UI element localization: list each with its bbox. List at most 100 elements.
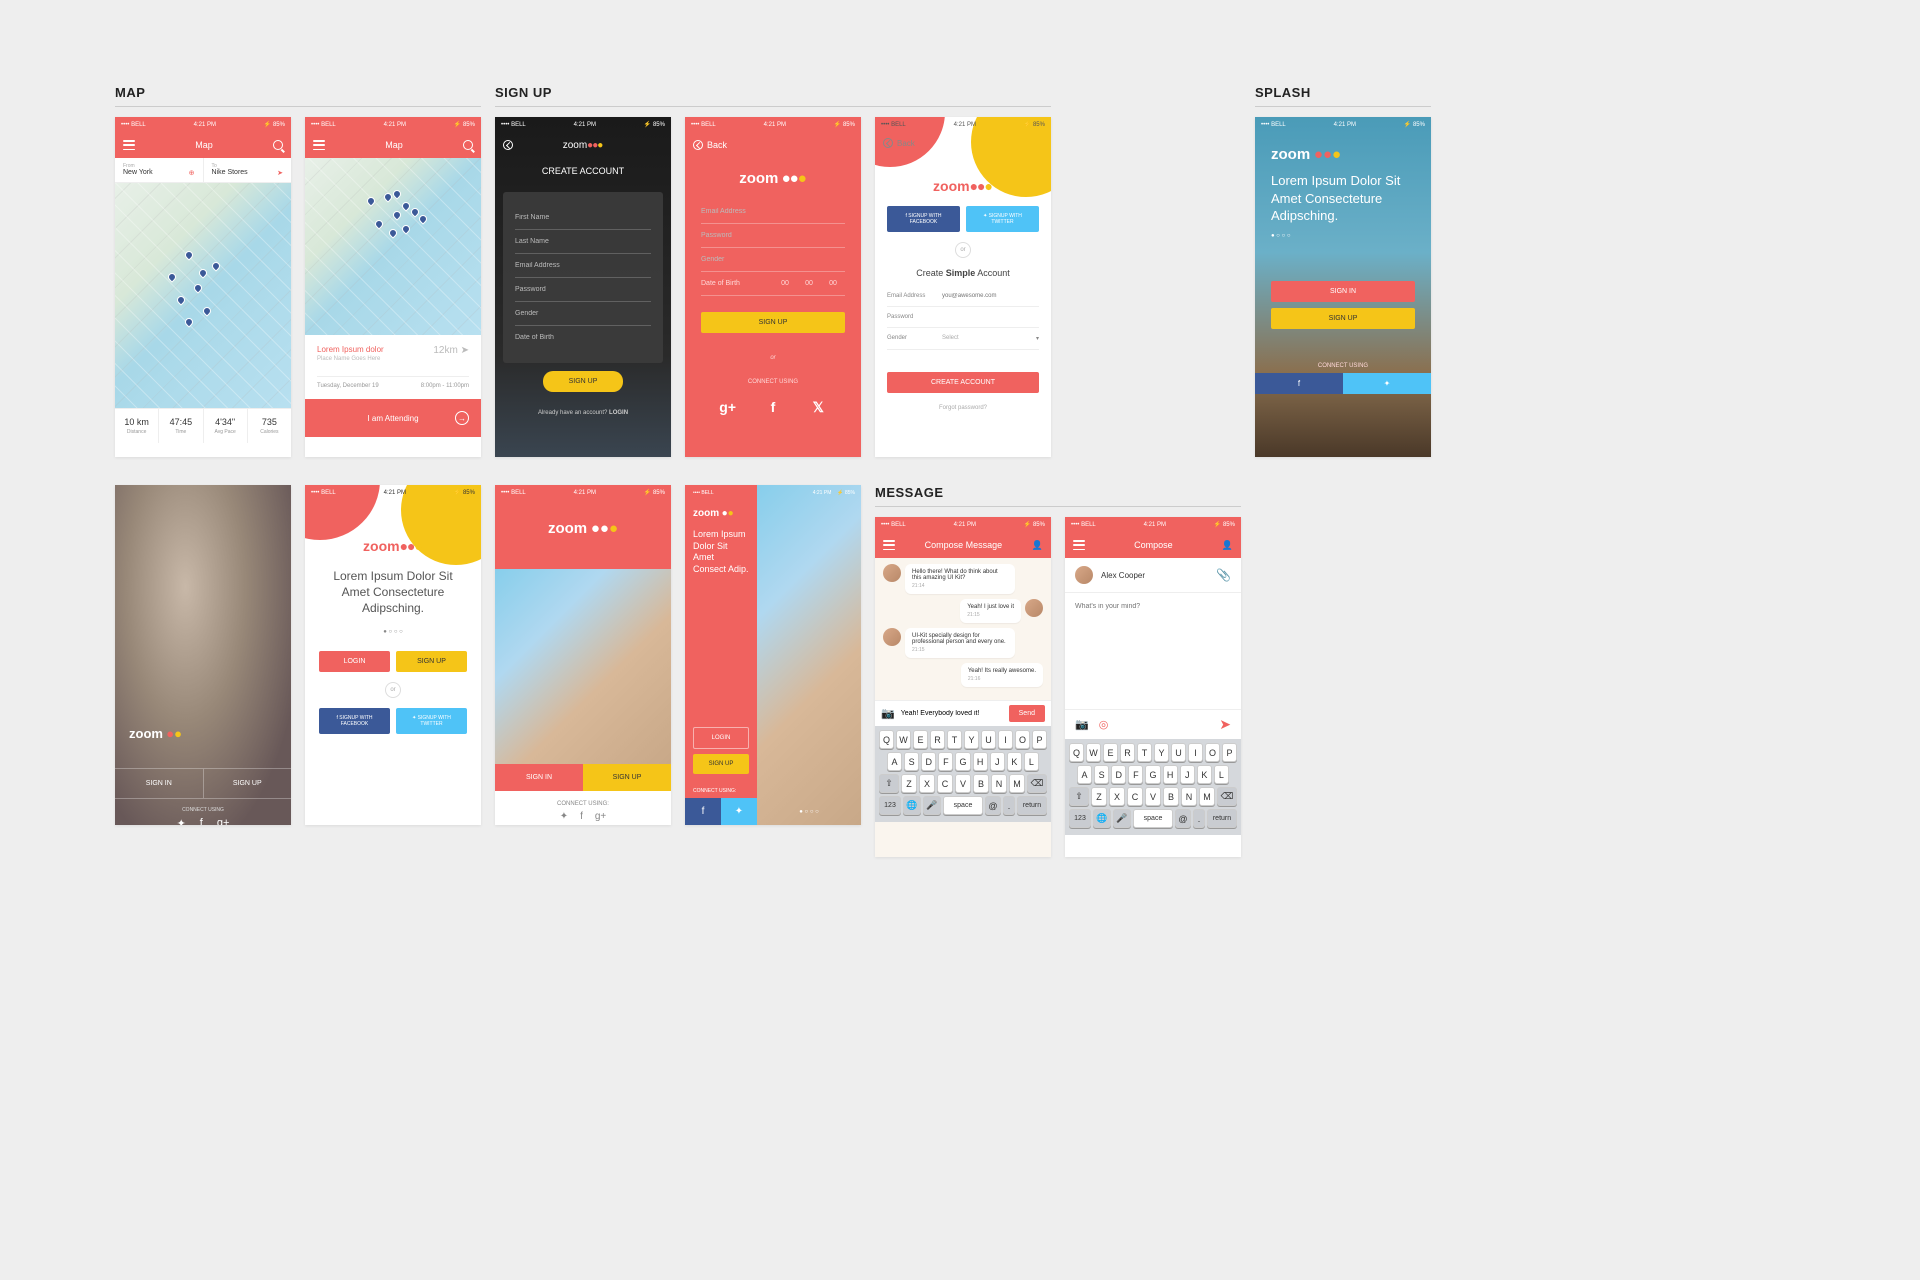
key-c[interactable]: C <box>937 774 953 793</box>
back-button[interactable]: Back <box>875 132 1051 154</box>
facebook-signup-button[interactable]: f SIGNUP WITH FACEBOOK <box>319 708 390 734</box>
shift-key[interactable]: ⇧ <box>1069 787 1089 806</box>
key-x[interactable]: X <box>919 774 935 793</box>
key-x[interactable]: X <box>1109 787 1125 806</box>
key-i[interactable]: I <box>998 730 1013 749</box>
attend-button[interactable]: I am Attending → <box>305 399 481 437</box>
key-v[interactable]: V <box>1145 787 1161 806</box>
search-icon[interactable] <box>463 140 473 150</box>
lastname-input[interactable] <box>515 230 651 254</box>
key-u[interactable]: U <box>981 730 996 749</box>
key-o[interactable]: O <box>1205 743 1220 762</box>
backspace-key[interactable]: ⌫ <box>1217 787 1237 806</box>
user-icon[interactable]: 👤 <box>1032 540 1043 551</box>
dob-year[interactable]: 00 <box>821 280 845 287</box>
twitter-icon[interactable]: ✦ <box>177 817 186 825</box>
search-icon[interactable] <box>273 140 283 150</box>
at-key[interactable]: @ <box>1175 809 1191 828</box>
space-key[interactable]: space <box>943 796 983 815</box>
twitter-signup-button[interactable]: ✦ SIGNUP WITH TWITTER <box>396 708 467 734</box>
signin-button[interactable]: SIGN IN <box>115 769 204 798</box>
back-button[interactable]: Back <box>693 140 727 150</box>
create-account-button[interactable]: CREATE ACCOUNT <box>887 372 1039 393</box>
facebook-icon[interactable]: f <box>580 811 583 822</box>
key-p[interactable]: P <box>1032 730 1047 749</box>
send-button[interactable]: Send <box>1009 705 1045 722</box>
key-e[interactable]: E <box>913 730 928 749</box>
password-input[interactable] <box>701 224 845 248</box>
signup-button[interactable]: SIGN UP <box>693 754 749 774</box>
menu-icon[interactable] <box>883 540 895 550</box>
keyboard[interactable]: QWERTYUIOP ASDFGHJKL ⇧ZXCVBNM⌫ 123🌐🎤spac… <box>875 726 1051 822</box>
backspace-key[interactable]: ⌫ <box>1027 774 1047 793</box>
menu-icon[interactable] <box>313 140 325 150</box>
dob-day[interactable]: 00 <box>773 280 797 287</box>
dob-input[interactable] <box>515 326 651 349</box>
key-p[interactable]: P <box>1222 743 1237 762</box>
key-z[interactable]: Z <box>1091 787 1107 806</box>
forgot-link[interactable]: Forgot password? <box>875 405 1051 411</box>
key-t[interactable]: T <box>947 730 962 749</box>
signin-button[interactable]: SIGN IN <box>495 764 583 791</box>
facebook-signup-button[interactable]: f SIGNUP WITH FACEBOOK <box>887 206 960 232</box>
firstname-input[interactable] <box>515 206 651 230</box>
key-h[interactable]: H <box>973 752 988 771</box>
twitter-button[interactable]: ✦ <box>1343 373 1431 394</box>
password-input[interactable] <box>942 314 1039 320</box>
key-v[interactable]: V <box>955 774 971 793</box>
password-input[interactable] <box>515 278 651 302</box>
map-canvas[interactable] <box>305 158 481 335</box>
twitter-icon[interactable]: 𝕏 <box>804 393 832 421</box>
key-t[interactable]: T <box>1137 743 1152 762</box>
signup-button[interactable]: SIGN UP <box>701 312 845 333</box>
key-k[interactable]: K <box>1007 752 1022 771</box>
key-y[interactable]: Y <box>1154 743 1169 762</box>
key-c[interactable]: C <box>1127 787 1143 806</box>
signup-button[interactable]: SIGN UP <box>396 651 467 672</box>
num-key[interactable]: 123 <box>1069 809 1091 828</box>
key-f[interactable]: F <box>938 752 953 771</box>
key-j[interactable]: J <box>1180 765 1195 784</box>
key-u[interactable]: U <box>1171 743 1186 762</box>
back-icon[interactable] <box>503 140 513 150</box>
at-key[interactable]: @ <box>985 796 1001 815</box>
gender-input[interactable] <box>701 248 845 272</box>
email-input[interactable] <box>942 293 1039 299</box>
return-key[interactable]: return <box>1017 796 1047 815</box>
return-key[interactable]: return <box>1207 809 1237 828</box>
key-o[interactable]: O <box>1015 730 1030 749</box>
facebook-button[interactable]: f <box>1255 373 1343 394</box>
globe-key[interactable]: 🌐 <box>1093 809 1111 828</box>
key-a[interactable]: A <box>887 752 902 771</box>
key-i[interactable]: I <box>1188 743 1203 762</box>
message-textarea[interactable] <box>1075 603 1231 653</box>
facebook-icon[interactable]: f <box>200 817 203 825</box>
login-button[interactable]: LOGIN <box>319 651 390 672</box>
gender-input[interactable] <box>515 302 651 326</box>
key-s[interactable]: S <box>1094 765 1109 784</box>
menu-icon[interactable] <box>1073 540 1085 550</box>
space-key[interactable]: space <box>1133 809 1173 828</box>
from-field[interactable]: From New York⊕ <box>115 158 204 182</box>
signup-button[interactable]: SIGN UP <box>583 764 671 791</box>
key-w[interactable]: W <box>1086 743 1101 762</box>
signin-button[interactable]: SIGN IN <box>1271 281 1415 302</box>
facebook-button[interactable]: f <box>685 798 721 825</box>
key-l[interactable]: L <box>1024 752 1039 771</box>
email-input[interactable] <box>515 254 651 278</box>
key-b[interactable]: B <box>973 774 989 793</box>
key-k[interactable]: K <box>1197 765 1212 784</box>
globe-key[interactable]: 🌐 <box>903 796 921 815</box>
user-icon[interactable]: 👤 <box>1222 540 1233 551</box>
key-g[interactable]: G <box>955 752 970 771</box>
dot-key[interactable]: . <box>1193 809 1205 828</box>
key-e[interactable]: E <box>1103 743 1118 762</box>
shift-key[interactable]: ⇧ <box>879 774 899 793</box>
key-q[interactable]: Q <box>879 730 894 749</box>
keyboard[interactable]: QWERTYUIOP ASDFGHJKL ⇧ZXCVBNM⌫ 123🌐🎤spac… <box>1065 739 1241 835</box>
key-f[interactable]: F <box>1128 765 1143 784</box>
key-m[interactable]: M <box>1009 774 1025 793</box>
key-h[interactable]: H <box>1163 765 1178 784</box>
location-icon[interactable]: ◎ <box>1099 718 1220 731</box>
camera-icon[interactable]: 📷 <box>881 707 895 720</box>
